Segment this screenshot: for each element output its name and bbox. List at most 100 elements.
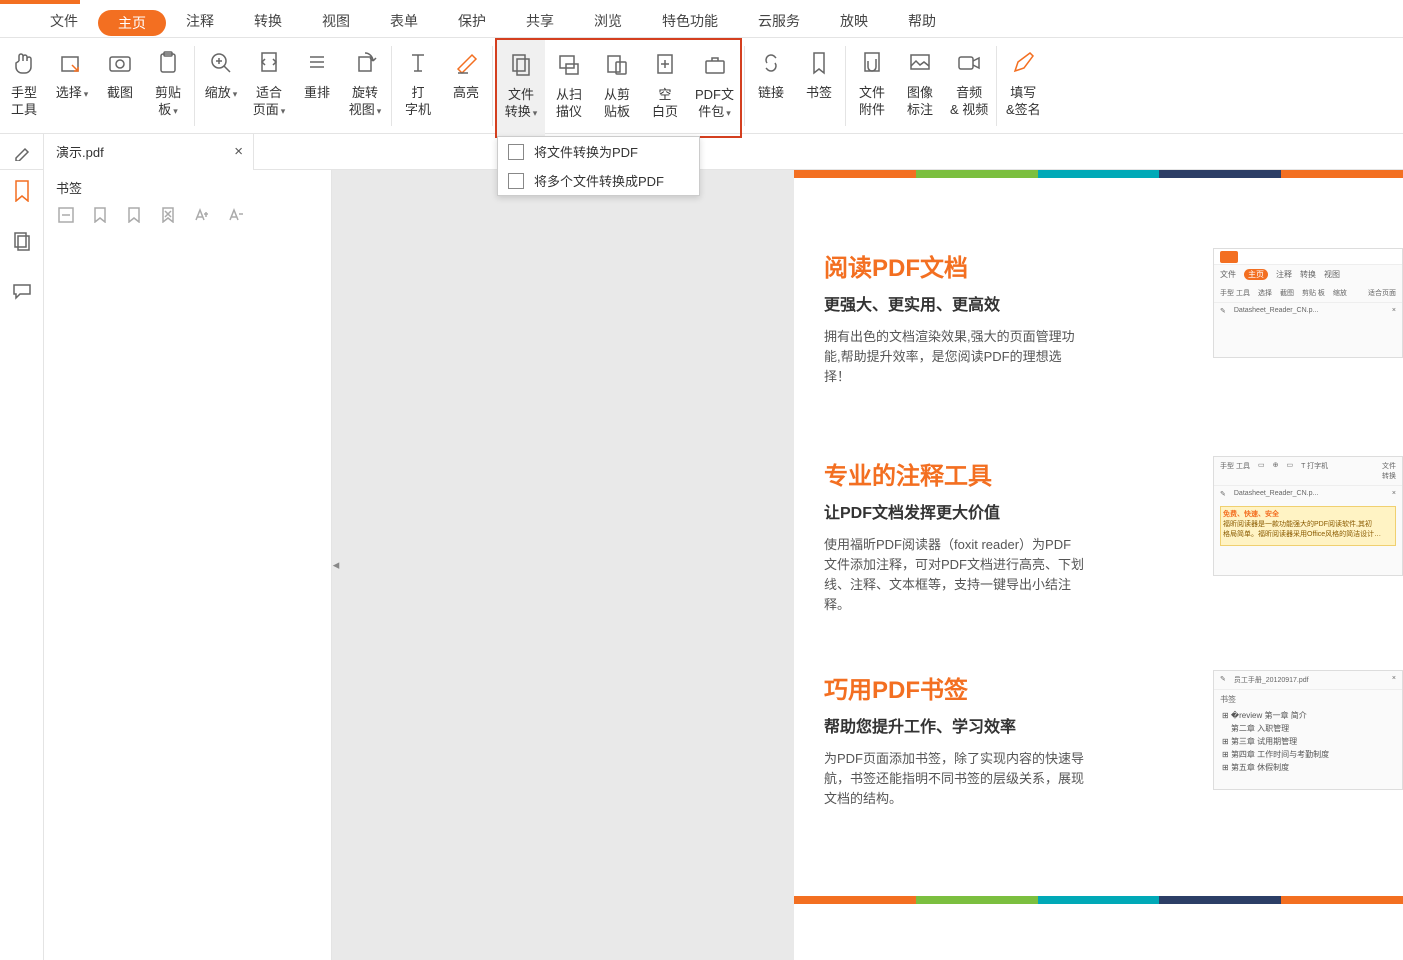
bookmark-delete-icon[interactable]: [158, 205, 178, 225]
feature-annot-desc: 使用福昕PDF阅读器（foxit reader）为PDF文件添加注释，可对PDF…: [824, 535, 1084, 615]
font-smaller-icon[interactable]: [226, 205, 246, 225]
tool-snapshot[interactable]: 截图: [96, 38, 144, 134]
menu-help[interactable]: 帮助: [888, 4, 956, 38]
quick-pencil-icon[interactable]: [0, 134, 44, 170]
tool-fromscanner-label: 从扫 描仪: [556, 86, 582, 120]
document-tab[interactable]: 演示.pdf ×: [44, 134, 254, 170]
tool-typewriter-label: 打 字机: [405, 84, 431, 118]
menu-view[interactable]: 视图: [302, 4, 370, 38]
zoom-icon: [204, 46, 238, 80]
expand-all-icon[interactable]: [56, 205, 76, 225]
main-area: 书签 ◂ 阅读PDF文档 更强大、更实用、更高效 拥有出色的文档渲染效果,强大的…: [0, 170, 1403, 960]
font-bigger-icon[interactable]: [192, 205, 212, 225]
tool-fromscanner[interactable]: 从扫 描仪: [545, 40, 593, 136]
menu-slideshow[interactable]: 放映: [820, 4, 888, 38]
bottom-color-band: [794, 896, 1403, 904]
ribbon-sep: [996, 46, 997, 126]
tool-fillsign-label: 填写 &签名: [1006, 84, 1041, 118]
bookmark-new-bold-icon[interactable]: [124, 205, 144, 225]
menu-form[interactable]: 表单: [370, 4, 438, 38]
rail-pages-icon[interactable]: [11, 230, 33, 252]
tool-fit-label: 适合 页面▾: [253, 84, 286, 120]
tool-hand[interactable]: 手型 工具: [0, 38, 48, 134]
tab-close-button[interactable]: ×: [234, 143, 243, 160]
tool-imageannot-label: 图像 标注: [907, 84, 933, 118]
tool-fromclipboard-label: 从剪 贴板: [604, 86, 630, 120]
menu-convert[interactable]: 转换: [234, 4, 302, 38]
briefcase-icon: [698, 48, 732, 82]
menu-special[interactable]: 特色功能: [642, 4, 738, 38]
thumb-read: 文件主页 注释转换 视图 手型 工具选择 截图剪贴 板 缩放 适合页面 ✎Dat…: [1213, 248, 1403, 358]
rail-bookmark-icon[interactable]: [11, 180, 33, 202]
tool-clipboard[interactable]: 剪贴 板▾: [144, 38, 192, 134]
ribbon-sep: [492, 46, 493, 126]
tool-fileconvert-label: 文件 转换▾: [505, 86, 538, 122]
tool-rotate-label: 旋转 视图▾: [349, 84, 382, 120]
highlight-icon: [449, 46, 483, 80]
page-gutter: ◂: [332, 170, 794, 960]
tool-hand-label: 手型 工具: [11, 84, 37, 118]
collapse-panel-handle[interactable]: ◂: [331, 545, 341, 585]
typewriter-icon: [401, 46, 435, 80]
tool-fileconvert[interactable]: 文件 转换▾: [497, 40, 545, 136]
ribbon-toolbar: 手型 工具 选择▾ 截图 剪贴 板▾ 缩放▾ 适合 页面▾ 重排 旋转 视图▾ …: [0, 38, 1403, 134]
menu-protect[interactable]: 保护: [438, 4, 506, 38]
docs-icon: [508, 173, 524, 189]
bookmark-icon: [802, 46, 836, 80]
feature-bookmark-sub: 帮助您提升工作、学习效率: [824, 713, 1084, 737]
pen-icon: [1006, 46, 1040, 80]
tool-av[interactable]: 音频 & 视频: [944, 38, 994, 134]
document-tab-title: 演示.pdf: [56, 142, 104, 161]
dropdown-item-label: 将文件转换为PDF: [534, 142, 638, 161]
bookmark-new-icon[interactable]: [90, 205, 110, 225]
tool-rotate[interactable]: 旋转 视图▾: [341, 38, 389, 134]
menu-annotate[interactable]: 注释: [166, 4, 234, 38]
tool-link[interactable]: 链接: [747, 38, 795, 134]
dropdown-convert-multi[interactable]: 将多个文件转换成PDF: [498, 166, 699, 195]
fileconvert-dropdown: 将文件转换为PDF 将多个文件转换成PDF: [497, 136, 700, 196]
tool-fillsign[interactable]: 填写 &签名: [999, 38, 1047, 134]
tool-link-label: 链接: [758, 84, 784, 101]
menu-share[interactable]: 共享: [506, 4, 574, 38]
tool-reflow[interactable]: 重排: [293, 38, 341, 134]
tool-fit[interactable]: 适合 页面▾: [245, 38, 293, 134]
menu-bar: 文件 主页 注释 转换 视图 表单 保护 共享 浏览 特色功能 云服务 放映 帮…: [0, 4, 1403, 38]
tool-highlight-label: 高亮: [453, 84, 479, 101]
clipboard-icon: [151, 46, 185, 80]
ribbon-sep: [391, 46, 392, 126]
fileconvert-icon: [504, 48, 538, 82]
menu-file[interactable]: 文件: [30, 4, 98, 38]
tool-bookmark[interactable]: 书签: [795, 38, 843, 134]
tool-typewriter[interactable]: 打 字机: [394, 38, 442, 134]
fitpage-icon: [252, 46, 286, 80]
bookmarks-panel: 书签: [44, 170, 332, 960]
tool-zoom[interactable]: 缩放▾: [197, 38, 245, 134]
mini-brand-icon: [1220, 251, 1238, 263]
tool-attach[interactable]: 文件 附件: [848, 38, 896, 134]
thumb-bookmark: ✎员工手册_20120917.pdf× 书签 ⊞ �review 第一章 简介 …: [1213, 670, 1403, 790]
video-icon: [952, 46, 986, 80]
feature-bookmark-desc: 为PDF页面添加书签，除了实现内容的快速导航，书签还能指明不同书签的层级关系，展…: [824, 749, 1084, 809]
ribbon-sep: [744, 46, 745, 126]
dropdown-convert-single[interactable]: 将文件转换为PDF: [498, 137, 699, 166]
side-rail: [0, 170, 44, 960]
tool-select[interactable]: 选择▾: [48, 38, 96, 134]
feature-read-title: 阅读PDF文档: [824, 248, 1084, 283]
feature-bookmark: 巧用PDF书签 帮助您提升工作、学习效率 为PDF页面添加书签，除了实现内容的快…: [824, 670, 1084, 809]
camera-icon: [103, 46, 137, 80]
rail-comments-icon[interactable]: [11, 280, 33, 302]
top-color-band: [794, 170, 1403, 178]
menu-browse[interactable]: 浏览: [574, 4, 642, 38]
feature-annot-title: 专业的注释工具: [824, 456, 1084, 491]
tool-reflow-label: 重排: [304, 84, 330, 101]
tool-select-label: 选择▾: [56, 84, 89, 103]
tool-pdfpackage[interactable]: PDF文 件包▾: [689, 40, 740, 136]
blankpage-icon: [648, 48, 682, 82]
menu-home[interactable]: 主页: [98, 10, 166, 36]
tool-imageannot[interactable]: 图像 标注: [896, 38, 944, 134]
feature-annot: 专业的注释工具 让PDF文档发挥更大价值 使用福昕PDF阅读器（foxit re…: [824, 456, 1084, 615]
menu-cloud[interactable]: 云服务: [738, 4, 820, 38]
tool-blankpage[interactable]: 空 白页: [641, 40, 689, 136]
tool-highlight[interactable]: 高亮: [442, 38, 490, 134]
tool-fromclipboard[interactable]: 从剪 贴板: [593, 40, 641, 136]
